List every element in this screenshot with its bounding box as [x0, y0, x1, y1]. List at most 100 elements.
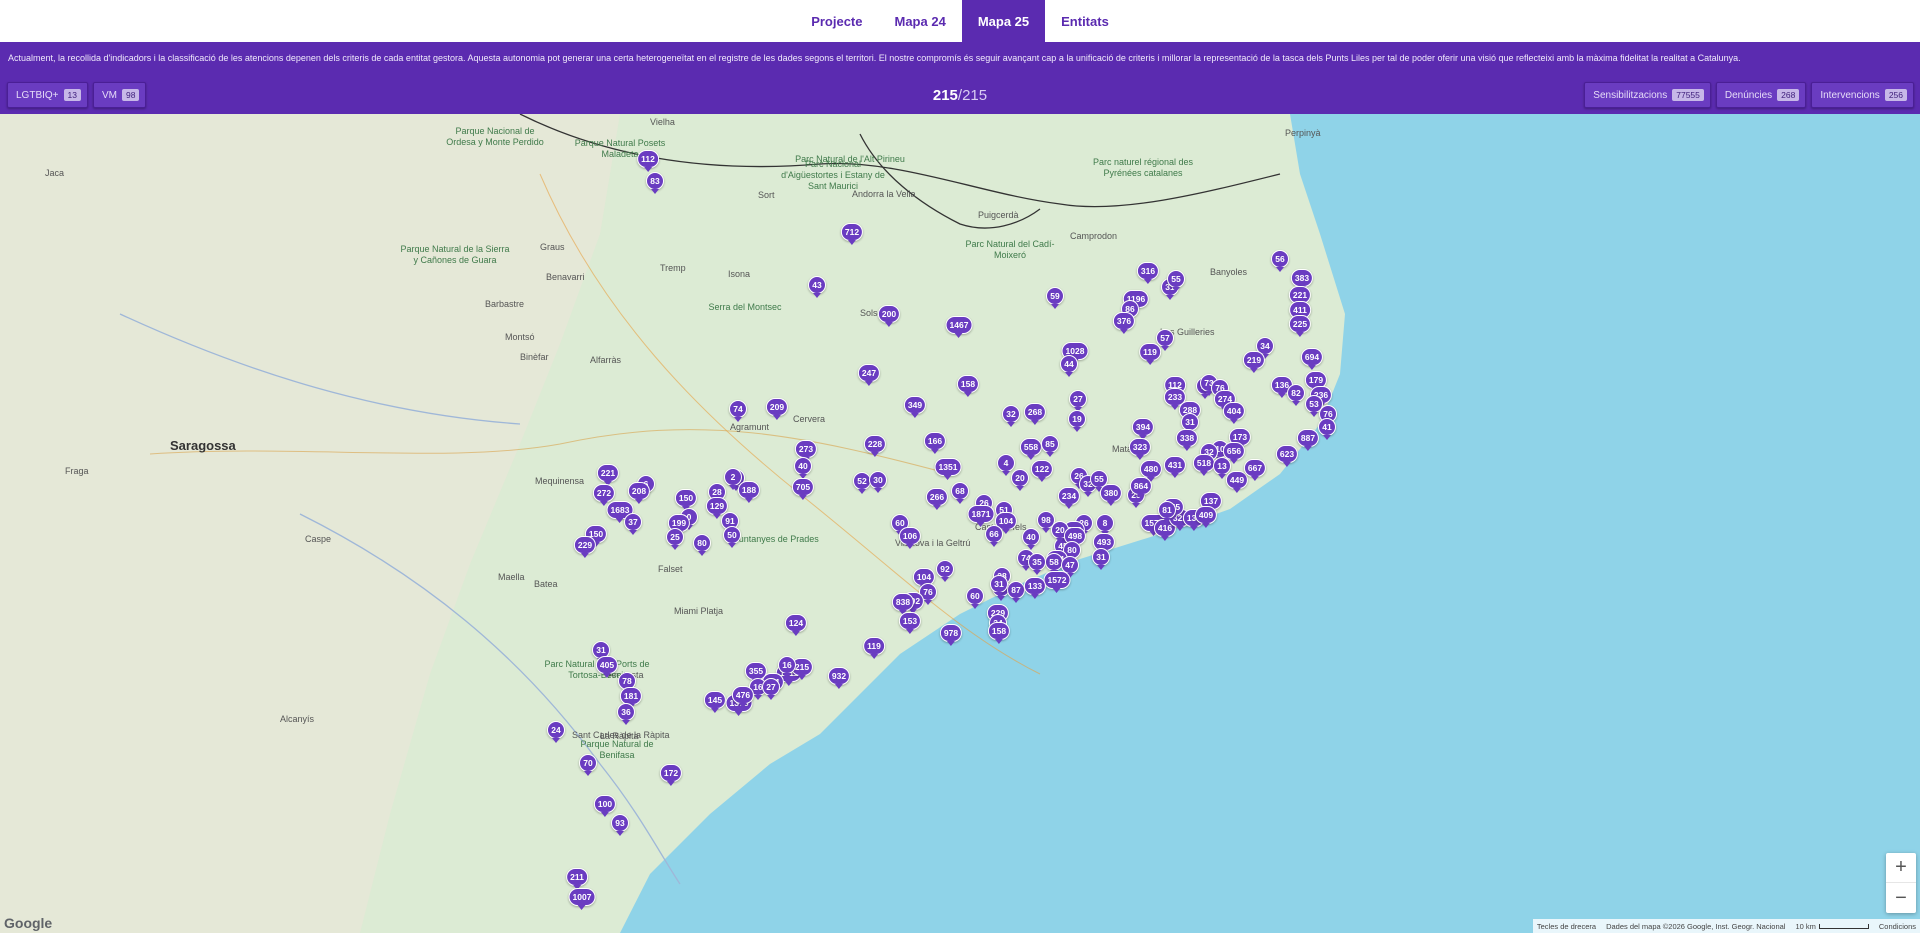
map-marker[interactable]: 25 — [666, 528, 684, 550]
map-marker[interactable]: 112 — [637, 150, 659, 172]
map-marker[interactable]: 476 — [731, 686, 755, 708]
map-marker[interactable]: 172 — [659, 764, 683, 786]
zoom-out-button[interactable]: − — [1886, 883, 1916, 913]
map-marker[interactable]: 119 — [1139, 343, 1161, 365]
filter-vm-button[interactable]: VM 98 — [92, 82, 147, 108]
map-marker[interactable]: 133 — [1023, 577, 1047, 599]
keyboard-shortcuts-link[interactable]: Tecles de drecera — [1537, 922, 1596, 931]
map-marker[interactable]: 225 — [1288, 315, 1312, 337]
map-marker[interactable]: 394 — [1131, 418, 1155, 440]
map-marker[interactable]: 188 — [737, 481, 761, 503]
map-marker[interactable]: 66 — [985, 525, 1003, 547]
map-marker[interactable]: 887 — [1296, 429, 1320, 451]
map-marker[interactable]: 124 — [784, 614, 808, 636]
map-marker[interactable]: 74 — [729, 400, 747, 422]
map-marker[interactable]: 153 — [898, 612, 922, 634]
map-marker[interactable]: 380 — [1099, 484, 1123, 506]
map-marker[interactable]: 209 — [765, 398, 789, 420]
map-marker[interactable]: 24 — [547, 721, 565, 743]
map-marker[interactable]: 323 — [1128, 438, 1152, 460]
map-marker[interactable]: 667 — [1243, 459, 1267, 481]
map-marker[interactable]: 166 — [923, 432, 947, 454]
map-marker[interactable]: 122 — [1030, 460, 1054, 482]
map-marker[interactable]: 234 — [1057, 487, 1081, 509]
map-marker[interactable]: 932 — [827, 667, 851, 689]
tab-mapa-25[interactable]: Mapa 25 — [961, 0, 1046, 42]
map-marker[interactable]: 37 — [624, 513, 642, 535]
map-marker[interactable]: 221 — [596, 464, 620, 486]
scale-bar[interactable]: 10 km — [1795, 922, 1869, 931]
map-marker[interactable]: 93 — [611, 814, 629, 836]
map-marker[interactable]: 1007 — [568, 888, 596, 910]
map-marker[interactable]: 31 — [990, 575, 1008, 597]
map-marker[interactable]: 80 — [693, 534, 711, 556]
map-marker[interactable]: 705 — [791, 478, 815, 500]
map-marker[interactable]: 36 — [617, 703, 635, 725]
map-marker[interactable]: 106 — [898, 527, 922, 549]
map-marker[interactable]: 158 — [987, 622, 1011, 644]
map-marker[interactable]: 31 — [1092, 548, 1110, 570]
map-marker[interactable]: 266 — [925, 488, 949, 510]
map-marker[interactable]: 87 — [1007, 581, 1025, 603]
filter-denuncies-button[interactable]: Denúncies 268 — [1715, 82, 1807, 108]
terms-link[interactable]: Condicions — [1879, 922, 1916, 931]
map-marker[interactable]: 40 — [1022, 528, 1040, 550]
map-marker[interactable]: 43 — [808, 276, 826, 298]
map-marker[interactable]: 92 — [936, 560, 954, 582]
map-marker[interactable]: 85 — [1041, 435, 1059, 457]
filter-intervencions-button[interactable]: Intervencions 256 — [1811, 82, 1914, 108]
map-marker[interactable]: 1871 — [967, 505, 995, 527]
map-marker[interactable]: 864 — [1129, 477, 1153, 499]
map-marker[interactable]: 404 — [1222, 402, 1246, 424]
map-marker[interactable]: 68 — [951, 482, 969, 504]
map-marker[interactable]: 40 — [794, 457, 812, 479]
map-marker[interactable]: 19 — [1068, 410, 1086, 432]
map-marker[interactable]: 158 — [956, 375, 980, 397]
map-marker[interactable]: 32 — [1002, 405, 1020, 427]
map-marker[interactable]: 405 — [595, 656, 619, 678]
map-marker[interactable]: 228 — [863, 435, 887, 457]
map-marker[interactable]: 376 — [1112, 312, 1136, 334]
filter-lgtbiq-button[interactable]: LGTBIQ+ 13 — [7, 82, 88, 108]
map-marker[interactable]: 44 — [1060, 355, 1078, 377]
map-marker[interactable]: 694 — [1300, 348, 1324, 370]
map-marker[interactable]: 56 — [1271, 250, 1289, 272]
map-marker[interactable]: 558 — [1019, 438, 1043, 460]
map-marker[interactable]: 229 — [573, 536, 597, 558]
map-marker[interactable]: 55 — [1167, 270, 1185, 292]
map-marker[interactable]: 27 — [1069, 390, 1087, 412]
map-marker[interactable]: 316 — [1136, 262, 1160, 284]
map-marker[interactable]: 247 — [857, 364, 881, 386]
map-marker[interactable]: 338 — [1175, 429, 1199, 451]
map-marker[interactable]: 20 — [1011, 469, 1029, 491]
map-marker[interactable]: 1351 — [934, 458, 962, 480]
map-marker[interactable]: 712 — [840, 223, 864, 245]
map-marker[interactable]: 27 — [762, 678, 780, 700]
map-marker[interactable]: 50 — [723, 526, 741, 548]
map-marker[interactable]: 268 — [1023, 403, 1047, 425]
map-marker[interactable]: 119 — [863, 637, 885, 659]
map-marker[interactable]: 82 — [1287, 384, 1305, 406]
map-marker[interactable]: 349 — [903, 396, 927, 418]
map-marker[interactable]: 60 — [966, 587, 984, 609]
map-marker[interactable]: 1572 — [1043, 571, 1071, 593]
map-marker[interactable]: 623 — [1275, 445, 1299, 467]
map-canvas[interactable]: Saragossa Perpinyà Andorra la Vella Vielha P… — [0, 114, 1920, 933]
tab-entitats[interactable]: Entitats — [1045, 0, 1125, 42]
tab-projecte[interactable]: Projecte — [795, 0, 878, 42]
map-marker[interactable]: 30 — [869, 471, 887, 493]
map-marker[interactable]: 81 — [1158, 501, 1176, 523]
map-marker[interactable]: 59 — [1046, 287, 1064, 309]
map-marker[interactable]: 431 — [1163, 456, 1187, 478]
map-marker[interactable]: 41 — [1318, 418, 1336, 440]
map-marker[interactable]: 518 — [1192, 454, 1216, 476]
zoom-in-button[interactable]: + — [1886, 853, 1916, 883]
map-marker[interactable]: 409 — [1194, 506, 1218, 528]
map-marker[interactable]: 1467 — [945, 316, 973, 338]
tab-mapa-24[interactable]: Mapa 24 — [879, 0, 962, 42]
map-marker[interactable]: 211 — [566, 868, 588, 890]
map-marker[interactable]: 83 — [646, 172, 664, 194]
map-marker[interactable]: 70 — [579, 754, 597, 776]
map-marker[interactable]: 145 — [703, 691, 727, 713]
map-marker[interactable]: 219 — [1242, 351, 1266, 373]
